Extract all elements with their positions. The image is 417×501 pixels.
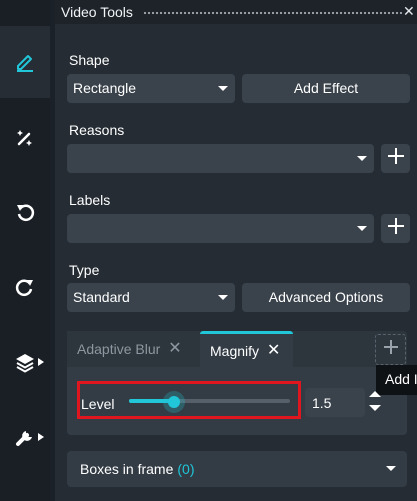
add-effect-label: Add Effect <box>293 80 359 96</box>
add-label-button[interactable] <box>381 214 410 243</box>
reasons-label: Reasons <box>69 122 125 138</box>
type-dropdown[interactable]: Standard <box>67 283 235 312</box>
tooltip-text: Add I <box>385 371 417 387</box>
tab-magnify[interactable]: Magnify ✕ <box>200 331 293 367</box>
advanced-options-label: Advanced Options <box>268 289 384 305</box>
boxes-count: (0) <box>177 461 195 477</box>
labels-label: Labels <box>69 192 111 208</box>
boxes-in-frame-label: Boxes in frame (0) <box>80 461 195 477</box>
add-effect-tab-button[interactable] <box>375 334 406 365</box>
boxes-in-frame-section[interactable]: Boxes in frame (0) <box>67 451 407 487</box>
shape-dropdown-value: Rectangle <box>73 80 137 96</box>
undo-icon <box>14 201 36 223</box>
add-tooltip: Add I <box>376 365 417 395</box>
close-panel-icon[interactable]: ✕ <box>403 3 415 20</box>
add-effect-button[interactable]: Add Effect <box>242 74 410 103</box>
layers-button[interactable] <box>0 326 50 398</box>
decrement-arrow-icon[interactable] <box>369 405 381 411</box>
level-value-input[interactable]: 1.5 <box>305 388 365 417</box>
close-tab-icon[interactable]: ✕ <box>168 341 181 357</box>
reasons-dropdown[interactable] <box>67 144 374 173</box>
level-highlight-box <box>77 381 301 419</box>
magic-wand-tool-button[interactable] <box>0 102 50 174</box>
panel-title: Video Tools <box>61 4 133 20</box>
add-reason-button[interactable] <box>381 144 410 173</box>
type-label: Type <box>69 262 100 278</box>
pencil-tool-button[interactable] <box>0 26 50 98</box>
shape-label: Shape <box>69 52 110 68</box>
boxes-label-text: Boxes in frame <box>80 461 174 477</box>
increment-arrow-icon[interactable] <box>369 391 381 397</box>
shape-dropdown[interactable]: Rectangle <box>67 74 235 103</box>
advanced-options-button[interactable]: Advanced Options <box>242 283 410 312</box>
tab-label: Adaptive Blur <box>77 341 161 357</box>
chevron-down-icon <box>357 156 367 161</box>
type-dropdown-value: Standard <box>73 289 130 305</box>
chevron-down-icon <box>218 86 228 91</box>
drag-handle[interactable] <box>143 11 403 15</box>
left-toolbar <box>0 0 50 501</box>
expand-arrow-icon <box>38 433 44 441</box>
panel-titlebar[interactable]: Video Tools ✕ <box>55 0 417 24</box>
labels-dropdown[interactable] <box>67 214 374 243</box>
plus-icon <box>383 339 399 360</box>
magic-wand-icon <box>14 127 36 149</box>
redo-icon <box>14 276 36 298</box>
chevron-down-icon <box>218 295 228 300</box>
wrench-icon <box>14 426 36 448</box>
settings-wrench-button[interactable] <box>0 401 50 473</box>
undo-button[interactable] <box>0 176 50 248</box>
chevron-down-icon <box>357 226 367 231</box>
pencil-icon <box>14 51 36 73</box>
plus-icon <box>387 217 405 240</box>
expand-arrow-icon <box>38 358 44 366</box>
close-tab-icon[interactable]: ✕ <box>267 342 280 359</box>
plus-icon <box>387 147 405 170</box>
tab-label: Magnify <box>210 342 260 359</box>
tab-adaptive-blur[interactable]: Adaptive Blur ✕ <box>67 331 199 367</box>
layers-icon <box>14 351 36 373</box>
chevron-down-icon <box>386 466 396 471</box>
level-value: 1.5 <box>312 395 332 411</box>
redo-button[interactable] <box>0 251 50 323</box>
